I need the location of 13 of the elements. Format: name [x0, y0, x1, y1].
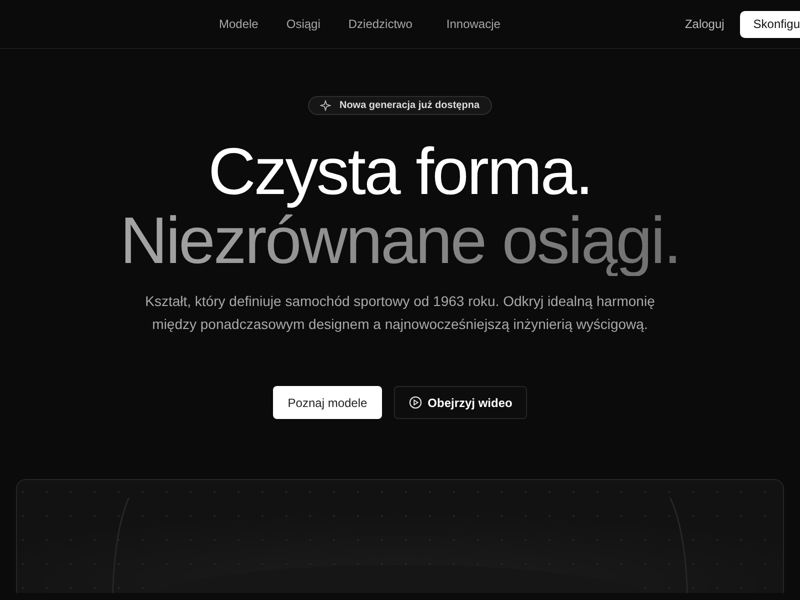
badge-text: Nowa generacja już dostępna	[339, 100, 480, 111]
announcement-badge[interactable]: Nowa generacja już dostępna	[308, 96, 492, 115]
lead-paragraph: Kształt, który definiuje samochód sportowy od 1963 roku. Odkryj idealną harmonię między ponadczasowym designem a najnowocześniejszą inżynierią wyścigową.	[145, 292, 655, 334]
login-link[interactable]: Zaloguj	[684, 17, 724, 31]
explore-models-button[interactable]: Poznaj modele	[273, 386, 382, 420]
watch-video-button[interactable]: Obejrzyj wideo	[394, 386, 527, 420]
nav-link[interactable]: Modele	[219, 17, 258, 31]
nav-link[interactable]: Osiągi	[286, 17, 320, 31]
configure-button[interactable]: Skonfigu	[740, 10, 800, 38]
play-icon	[408, 396, 422, 410]
nav-link[interactable]: Dziedzictwo	[348, 17, 412, 31]
nav-link[interactable]: Innowacje	[446, 17, 500, 31]
sparkle-icon	[320, 100, 332, 111]
